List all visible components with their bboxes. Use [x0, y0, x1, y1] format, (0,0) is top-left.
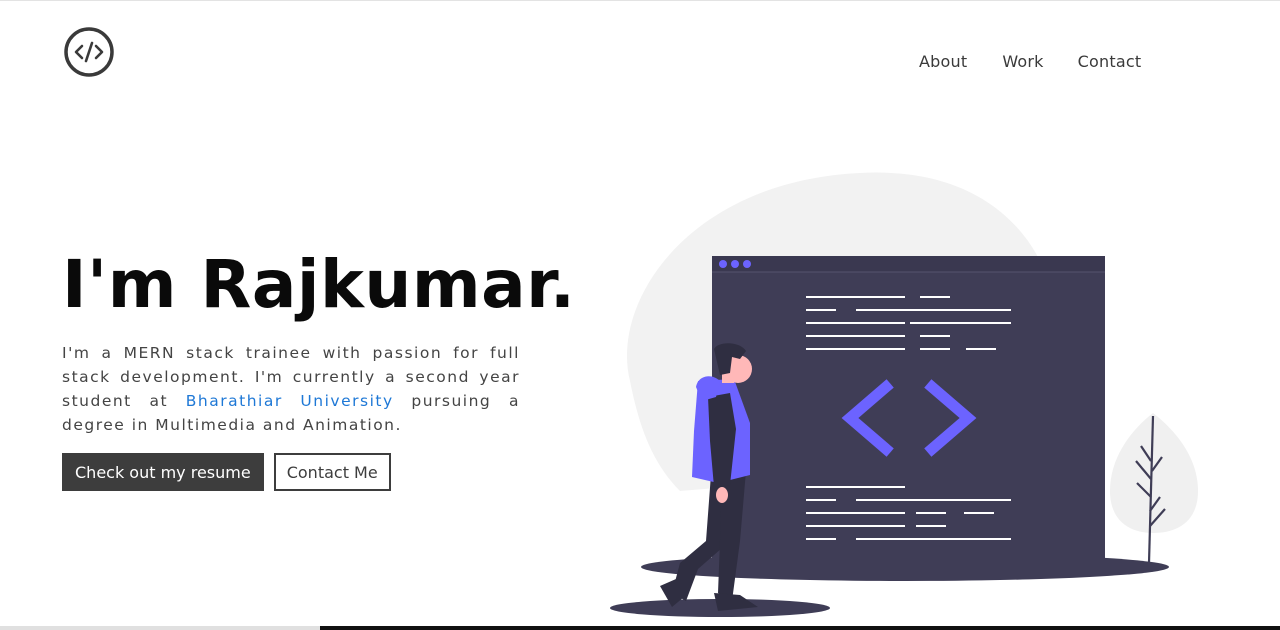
hero-buttons: Check out my resume Contact Me — [62, 453, 391, 491]
nav-about-link[interactable]: About — [919, 52, 967, 71]
logo-icon[interactable] — [63, 26, 115, 78]
contact-me-button[interactable]: Contact Me — [273, 453, 391, 491]
university-link[interactable]: Bharathiar University — [186, 392, 394, 410]
nav-contact-link[interactable]: Contact — [1078, 52, 1142, 71]
nav-work-link[interactable]: Work — [1002, 52, 1043, 71]
hero-title: I'm Rajkumar. — [62, 246, 576, 323]
resume-button[interactable]: Check out my resume — [62, 453, 264, 491]
hero-intro: I'm a MERN stack trainee with passion fo… — [62, 341, 520, 437]
scroll-progress-bar — [320, 626, 1280, 630]
scroll-track — [0, 626, 320, 630]
main-nav: About Work Contact — [919, 52, 1141, 71]
developer-illustration — [610, 172, 1198, 617]
